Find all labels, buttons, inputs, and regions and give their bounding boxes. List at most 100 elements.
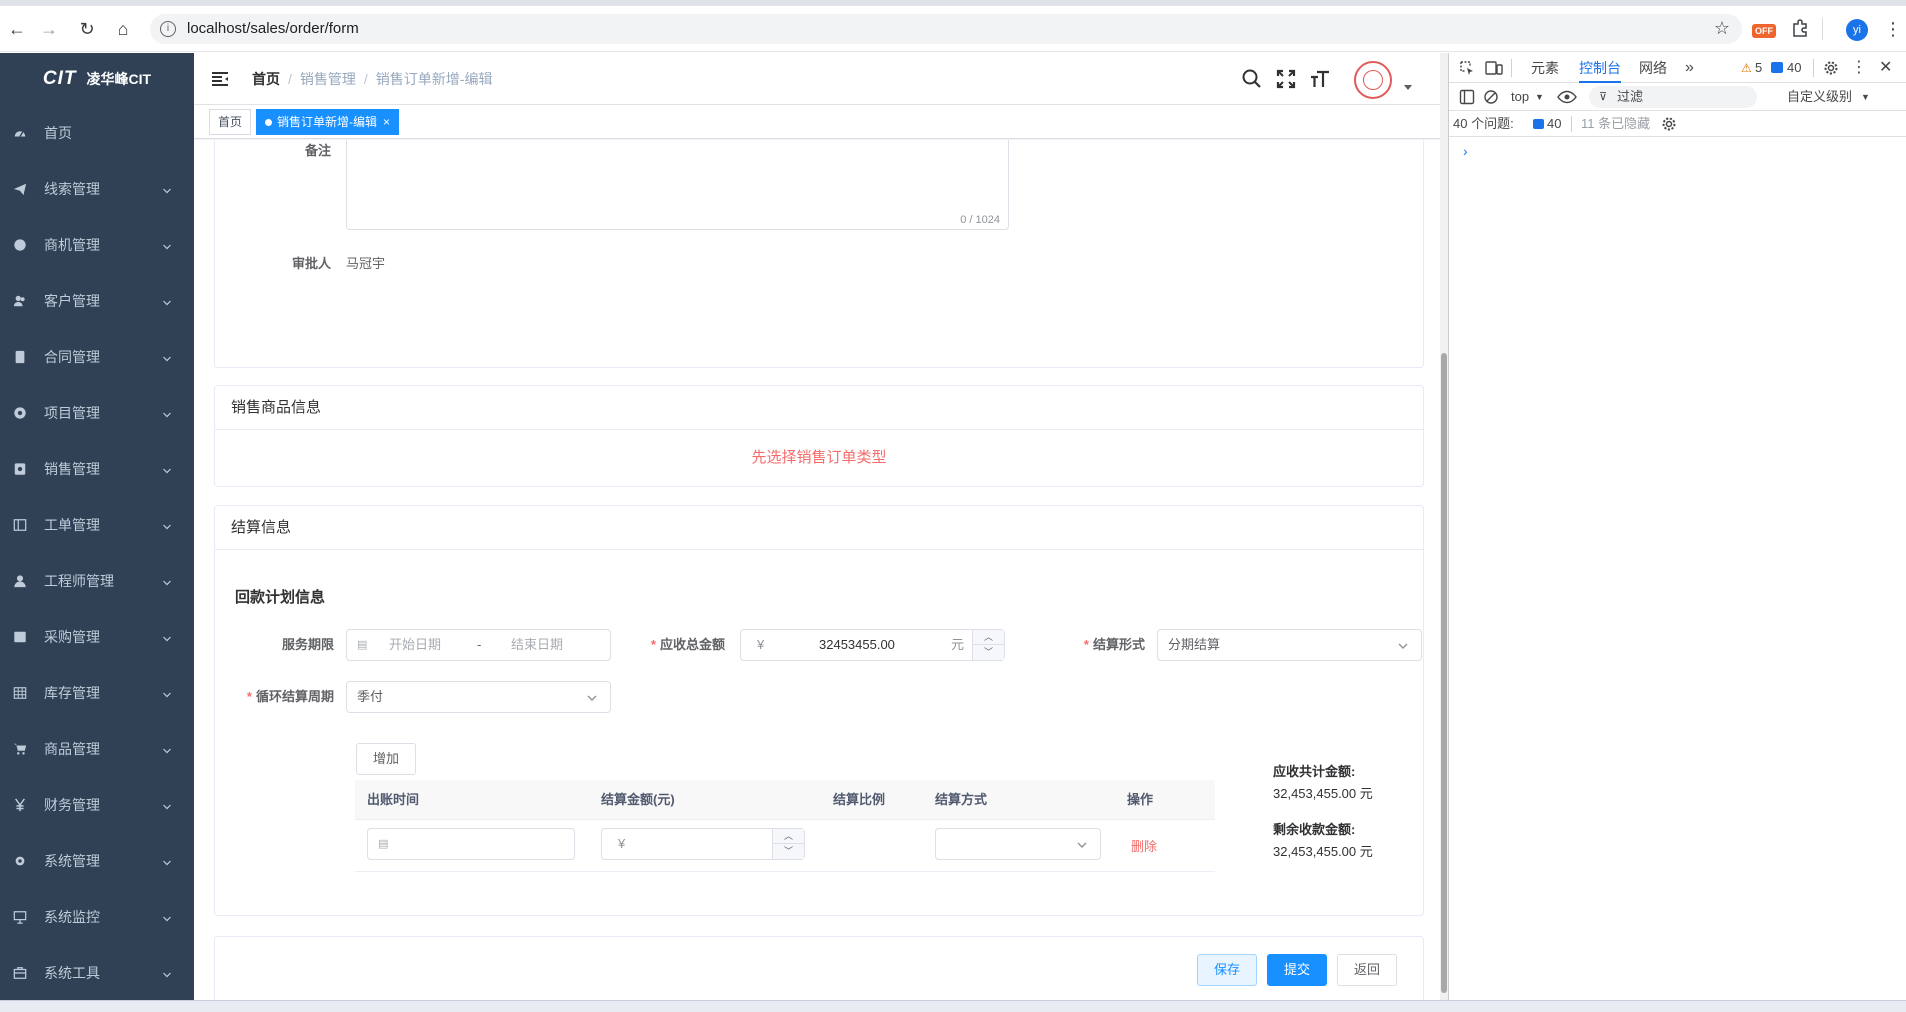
- sidebar: CIT 凌华峰CIT 首页 线索管理 商机管理 客户管理 合同管理 项目管理 销售管理 工单管…: [0, 53, 194, 1000]
- user-avatar[interactable]: [1354, 61, 1392, 99]
- sidebar-item[interactable]: 线索管理: [0, 161, 194, 217]
- forward-icon[interactable]: →: [38, 18, 60, 40]
- bookmark-star-icon[interactable]: ☆: [1714, 18, 1730, 39]
- hamburger-icon[interactable]: [210, 69, 230, 89]
- issues-count[interactable]: 40: [1547, 111, 1561, 137]
- tag-close-icon[interactable]: ×: [383, 115, 390, 129]
- delete-row-link[interactable]: 删除: [1131, 836, 1157, 855]
- back-icon[interactable]: ←: [6, 18, 28, 40]
- stepper-up-icon[interactable]: ︿: [773, 829, 804, 844]
- console-prompt[interactable]: ›: [1463, 143, 1468, 159]
- tab-console[interactable]: 控制台: [1579, 53, 1621, 83]
- level-caret-icon[interactable]: ▼: [1861, 83, 1870, 111]
- warning-icon[interactable]: ⚠: [1741, 61, 1752, 75]
- reload-icon[interactable]: ↻: [76, 18, 98, 40]
- settings-gear-icon[interactable]: [1823, 60, 1839, 76]
- home-icon[interactable]: ⌂: [112, 18, 134, 40]
- sidebar-item[interactable]: 采购管理: [0, 609, 194, 665]
- sidebar-item[interactable]: 库存管理: [0, 665, 194, 721]
- avatar-caret-icon[interactable]: [1404, 85, 1412, 90]
- extensions-puzzle-icon[interactable]: [1790, 18, 1810, 38]
- devtools-menu-icon[interactable]: ⋮: [1851, 53, 1867, 83]
- service-period-range[interactable]: ▤ 开始日期 - 结束日期: [346, 629, 611, 661]
- fullscreen-icon[interactable]: [1274, 67, 1298, 91]
- log-level-select[interactable]: 自定义级别: [1787, 83, 1852, 111]
- sidebar-item-label: 系统管理: [44, 853, 100, 869]
- sidebar-item[interactable]: 系统工具: [0, 945, 194, 1001]
- stepper-down-icon[interactable]: ﹀: [973, 645, 1004, 660]
- issues-message-icon[interactable]: [1533, 119, 1544, 129]
- search-icon[interactable]: [1240, 67, 1264, 91]
- page-scrollbar[interactable]: [1440, 53, 1448, 1000]
- save-button[interactable]: 保存: [1197, 954, 1257, 986]
- clear-console-icon[interactable]: [1483, 89, 1499, 105]
- address-bar[interactable]: i localhost/sales/order/form ☆: [150, 14, 1742, 44]
- col-actions: 操作: [1127, 792, 1154, 807]
- logo[interactable]: CIT 凌华峰CIT: [0, 53, 194, 105]
- sidebar-item[interactable]: 项目管理: [0, 385, 194, 441]
- tab-network[interactable]: 网络: [1639, 53, 1667, 83]
- site-info-icon[interactable]: i: [160, 21, 176, 37]
- sidebar-item[interactable]: 首页: [0, 105, 194, 161]
- bill-time-picker[interactable]: ▤: [367, 828, 575, 860]
- sidebar-item[interactable]: 系统监控: [0, 889, 194, 945]
- breadcrumb-separator: /: [288, 71, 292, 87]
- message-icon[interactable]: [1771, 62, 1783, 73]
- back-button[interactable]: 返回: [1337, 954, 1397, 986]
- warning-count[interactable]: 5: [1755, 53, 1762, 83]
- total-amount-label-text: 应收总金额: [659, 637, 725, 652]
- console-filter-input[interactable]: ⊽ 过滤: [1589, 86, 1757, 108]
- context-caret-icon[interactable]: ▼: [1535, 83, 1544, 111]
- stepper-down-icon[interactable]: ﹀: [773, 844, 804, 859]
- purchase-icon: [12, 629, 28, 645]
- inspect-element-icon[interactable]: [1459, 60, 1475, 76]
- remark-textarea[interactable]: 0 / 1024: [346, 140, 1009, 230]
- settle-amount-input[interactable]: ¥ ︿ ﹀: [601, 828, 805, 860]
- sidebar-item-label: 系统工具: [44, 965, 100, 981]
- extension-off-icon[interactable]: OFF: [1752, 18, 1776, 40]
- breadcrumb-home[interactable]: 首页: [252, 71, 280, 87]
- sidebar-item[interactable]: 财务管理: [0, 777, 194, 833]
- remaining-label: 剩余收款金额:: [1273, 822, 1356, 837]
- eye-icon[interactable]: [1557, 90, 1577, 104]
- profile-avatar[interactable]: yi: [1846, 19, 1868, 41]
- sidebar-item[interactable]: 合同管理: [0, 329, 194, 385]
- avatar-seal: [1363, 70, 1383, 90]
- tag-current-label: 销售订单新增-编辑: [277, 115, 377, 129]
- cycle-select[interactable]: 季付: [346, 681, 611, 713]
- chevron-down-icon: [162, 407, 172, 418]
- settle-amount-stepper[interactable]: ︿ ﹀: [772, 829, 804, 859]
- range-separator: -: [477, 637, 482, 652]
- sidebar-item[interactable]: 工单管理: [0, 497, 194, 553]
- issues-settings-icon[interactable]: [1661, 116, 1677, 132]
- font-size-icon[interactable]: [1308, 67, 1332, 91]
- total-amount-value[interactable]: 32453455.00: [819, 630, 895, 660]
- more-tabs-icon[interactable]: »: [1685, 53, 1694, 83]
- add-plan-button[interactable]: 增加: [356, 743, 416, 775]
- toolbox-icon: [12, 965, 28, 981]
- context-selector[interactable]: top: [1511, 83, 1529, 111]
- sidebar-item[interactable]: 系统管理: [0, 833, 194, 889]
- tag-current[interactable]: 销售订单新增-编辑 ×: [256, 109, 400, 135]
- settle-form-select[interactable]: 分期结算: [1157, 629, 1422, 661]
- sidebar-item[interactable]: 商机管理: [0, 217, 194, 273]
- total-amount-input[interactable]: ¥ 32453455.00 元 ︿ ﹀: [740, 629, 1005, 661]
- sidebar-item[interactable]: 客户管理: [0, 273, 194, 329]
- sidebar-toggle-icon[interactable]: [1459, 89, 1475, 105]
- submit-button[interactable]: 提交: [1267, 954, 1327, 986]
- devtools-close-icon[interactable]: ✕: [1879, 53, 1892, 83]
- scrollbar-thumb[interactable]: [1441, 353, 1447, 993]
- settle-method-select[interactable]: [935, 828, 1101, 860]
- stepper-up-icon[interactable]: ︿: [973, 630, 1004, 645]
- browser-menu-icon[interactable]: ⋮: [1884, 18, 1902, 40]
- required-mark: *: [650, 637, 656, 652]
- tag-home[interactable]: 首页: [209, 109, 252, 135]
- message-count[interactable]: 40: [1787, 53, 1801, 83]
- device-toolbar-icon[interactable]: [1485, 60, 1503, 76]
- sidebar-item[interactable]: 商品管理: [0, 721, 194, 777]
- total-amount-stepper[interactable]: ︿ ﹀: [972, 630, 1004, 660]
- url-text[interactable]: localhost/sales/order/form: [187, 14, 359, 44]
- sidebar-item[interactable]: 销售管理: [0, 441, 194, 497]
- tab-elements[interactable]: 元素: [1531, 53, 1559, 83]
- sidebar-item[interactable]: 工程师管理: [0, 553, 194, 609]
